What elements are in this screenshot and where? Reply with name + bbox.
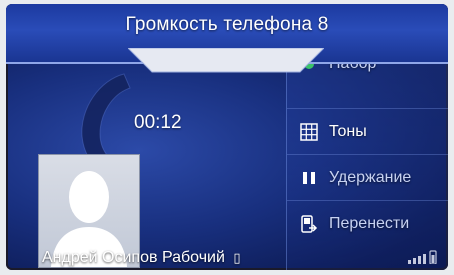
keypad-grid-icon: [299, 122, 319, 142]
call-timer: 00:12: [134, 112, 182, 133]
transfer-phone-icon: [299, 214, 319, 234]
call-actions-menu: Набор Тоны Удержание: [286, 40, 448, 270]
menu-item-tones[interactable]: Тоны: [287, 108, 448, 154]
caller-first-name: Андрей: [42, 249, 98, 266]
menu-item-transfer[interactable]: Перенести: [287, 200, 448, 246]
caller-last-name: Осипов: [102, 249, 158, 266]
number-type-label: Рабочий: [161, 249, 225, 266]
menu-item-label: Удержание: [329, 168, 412, 186]
mobile-phone-icon: ▯: [233, 250, 241, 265]
menu-item-label: Перенести: [329, 214, 410, 232]
volume-popup-text: Громкость телефона 8: [125, 14, 329, 35]
head-unit-screen: 00:12 Андрей Осипов Рабочий ▯ Набор: [6, 4, 448, 270]
caller-info: Андрей Осипов Рабочий ▯: [42, 249, 241, 267]
volume-popup-tab: [128, 48, 324, 73]
menu-item-label: Тоны: [329, 122, 367, 140]
menu-item-hold[interactable]: Удержание: [287, 154, 448, 200]
pause-icon: [299, 168, 319, 188]
